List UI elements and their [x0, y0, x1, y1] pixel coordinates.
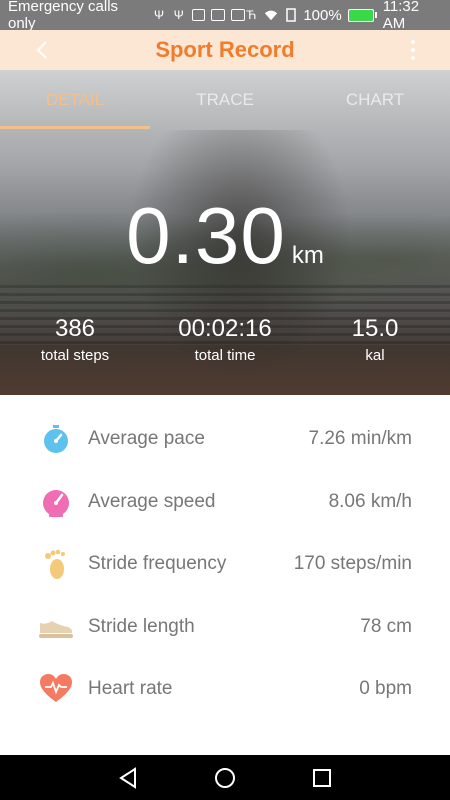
battery-icon: [347, 8, 377, 22]
sim-icon: [284, 8, 297, 22]
circle-home-icon: [214, 767, 235, 788]
distance-value: 0.30: [126, 191, 286, 280]
usb-icon: Ψ: [173, 8, 184, 22]
stat-value: 00:02:16: [178, 315, 272, 342]
metric-value: 8.06 km/h: [328, 490, 412, 512]
tab-chart[interactable]: CHART: [300, 70, 450, 130]
more-dot: [411, 40, 415, 44]
metrics-list: Average pace 7.26 min/km Average speed 8…: [0, 408, 450, 721]
usb-icon: Ψ: [154, 8, 165, 22]
clock: 11:32 AM: [382, 0, 420, 32]
mail-icon: [211, 9, 225, 21]
heart-icon: [38, 671, 74, 707]
page-title: Sport Record: [155, 37, 295, 62]
battery-percent: 100%: [303, 6, 342, 24]
triangle-back-icon: [119, 766, 137, 789]
stat-label: kal: [365, 347, 385, 364]
stat-calories: 15.0 kal: [300, 315, 450, 364]
tab-bar: DETAIL TRACE CHART: [0, 70, 450, 130]
metric-value: 7.26 min/km: [308, 428, 412, 450]
stat-total-steps: 386 total steps: [0, 315, 150, 364]
media-icon: [230, 9, 245, 21]
status-bar: Emergency calls only Ψ Ψ Ћ 100% 11:32 AM: [0, 0, 450, 32]
stat-value: 15.0: [351, 315, 399, 342]
metric-average-pace: Average pace 7.26 min/km: [0, 408, 450, 471]
media-icon: [191, 9, 206, 21]
stat-total-time: 00:02:16 total time: [150, 315, 300, 364]
nav-home-button[interactable]: [210, 763, 240, 793]
metric-value: 0 bpm: [359, 678, 412, 700]
tab-detail[interactable]: DETAIL: [0, 70, 150, 130]
summary-stats: 386 total steps 00:02:16 total time 15.0…: [0, 315, 450, 364]
nav-recents-button[interactable]: [307, 763, 337, 793]
stat-label: total steps: [40, 347, 110, 364]
speedometer-icon: [38, 484, 74, 520]
metric-label: Stride frequency: [88, 553, 227, 575]
metric-value: 78 cm: [360, 615, 412, 637]
metric-heart-rate: Heart rate 0 bpm: [0, 658, 450, 721]
tab-trace[interactable]: TRACE: [150, 70, 300, 130]
metric-stride-frequency: Stride frequency 170 steps/min: [0, 533, 450, 596]
bluetooth-icon: Ћ: [246, 8, 257, 22]
distance-display: 0.30 km: [0, 190, 450, 282]
chevron-left-icon: [36, 41, 47, 59]
square-recents-icon: [312, 768, 331, 787]
stat-value: 386: [54, 315, 96, 342]
metric-average-speed: Average speed 8.06 km/h: [0, 471, 450, 534]
metric-label: Average speed: [88, 490, 216, 512]
metric-stride-length: Stride length 78 cm: [0, 596, 450, 659]
active-tab-indicator: [0, 126, 150, 129]
metric-value: 170 steps/min: [293, 553, 412, 575]
more-dot: [411, 56, 415, 60]
shoe-icon: [38, 609, 74, 645]
distance-unit: km: [291, 242, 324, 269]
app-header: Sport Record: [0, 30, 450, 70]
footprint-icon: [38, 546, 74, 582]
back-button[interactable]: [28, 36, 56, 64]
stopwatch-icon: [38, 421, 74, 457]
nav-back-button[interactable]: [113, 763, 143, 793]
metric-label: Heart rate: [88, 678, 173, 700]
carrier-text: Emergency calls only: [8, 0, 119, 32]
more-dot: [411, 48, 415, 52]
more-options-button[interactable]: [406, 36, 420, 64]
summary-hero: DETAIL TRACE CHART 0.30 km 386 total step…: [0, 70, 450, 395]
stat-label: total time: [194, 347, 256, 364]
wifi-icon: [264, 8, 278, 22]
metric-label: Average pace: [88, 428, 205, 450]
metric-label: Stride length: [88, 615, 195, 637]
system-nav-bar: [0, 755, 450, 800]
